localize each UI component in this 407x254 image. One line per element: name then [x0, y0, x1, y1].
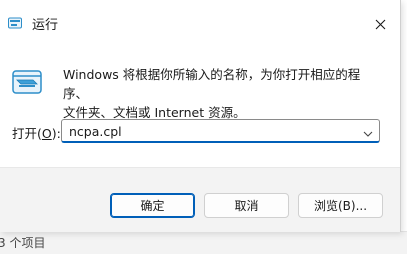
description-text: Windows 将根据你所输入的名称，为你打开相应的程序、 文件夹、文档或 In…	[63, 65, 383, 122]
browse-button[interactable]: 浏览(B)...	[298, 193, 383, 218]
run-large-icon	[11, 66, 43, 98]
chevron-down-icon[interactable]	[362, 125, 374, 137]
page: 3 个项目 运行 Windows 将根据你所输入的名称，为你打开相应的程序、 文…	[0, 0, 407, 254]
run-app-icon	[8, 15, 22, 29]
window-title: 运行	[32, 18, 59, 33]
open-field-label: 打开(O):	[12, 123, 61, 142]
open-label-prefix: 打开(	[12, 126, 42, 141]
description-line-1: Windows 将根据你所输入的名称，为你打开相应的程序、	[63, 67, 361, 101]
close-button[interactable]	[370, 14, 390, 34]
cancel-button[interactable]: 取消	[204, 193, 289, 218]
title-bar: 运行	[0, 0, 400, 44]
background-status-bar	[0, 231, 407, 254]
ok-button[interactable]: 确定	[110, 193, 195, 218]
open-combobox[interactable]	[61, 119, 380, 143]
open-label-suffix: ):	[51, 126, 61, 141]
open-label-accesskey: O	[41, 126, 52, 141]
background-status-text: 3 个项目	[0, 236, 46, 250]
dialog-content: Windows 将根据你所输入的名称，为你打开相应的程序、 文件夹、文档或 In…	[0, 44, 400, 167]
dialog-footer: 确定 取消 浏览(B)...	[0, 167, 400, 232]
open-input[interactable]	[67, 123, 361, 140]
close-icon	[375, 19, 385, 29]
run-dialog: 运行 Windows 将根据你所输入的名称，为你打开相应的程序、 文件夹、文档或…	[0, 0, 401, 232]
